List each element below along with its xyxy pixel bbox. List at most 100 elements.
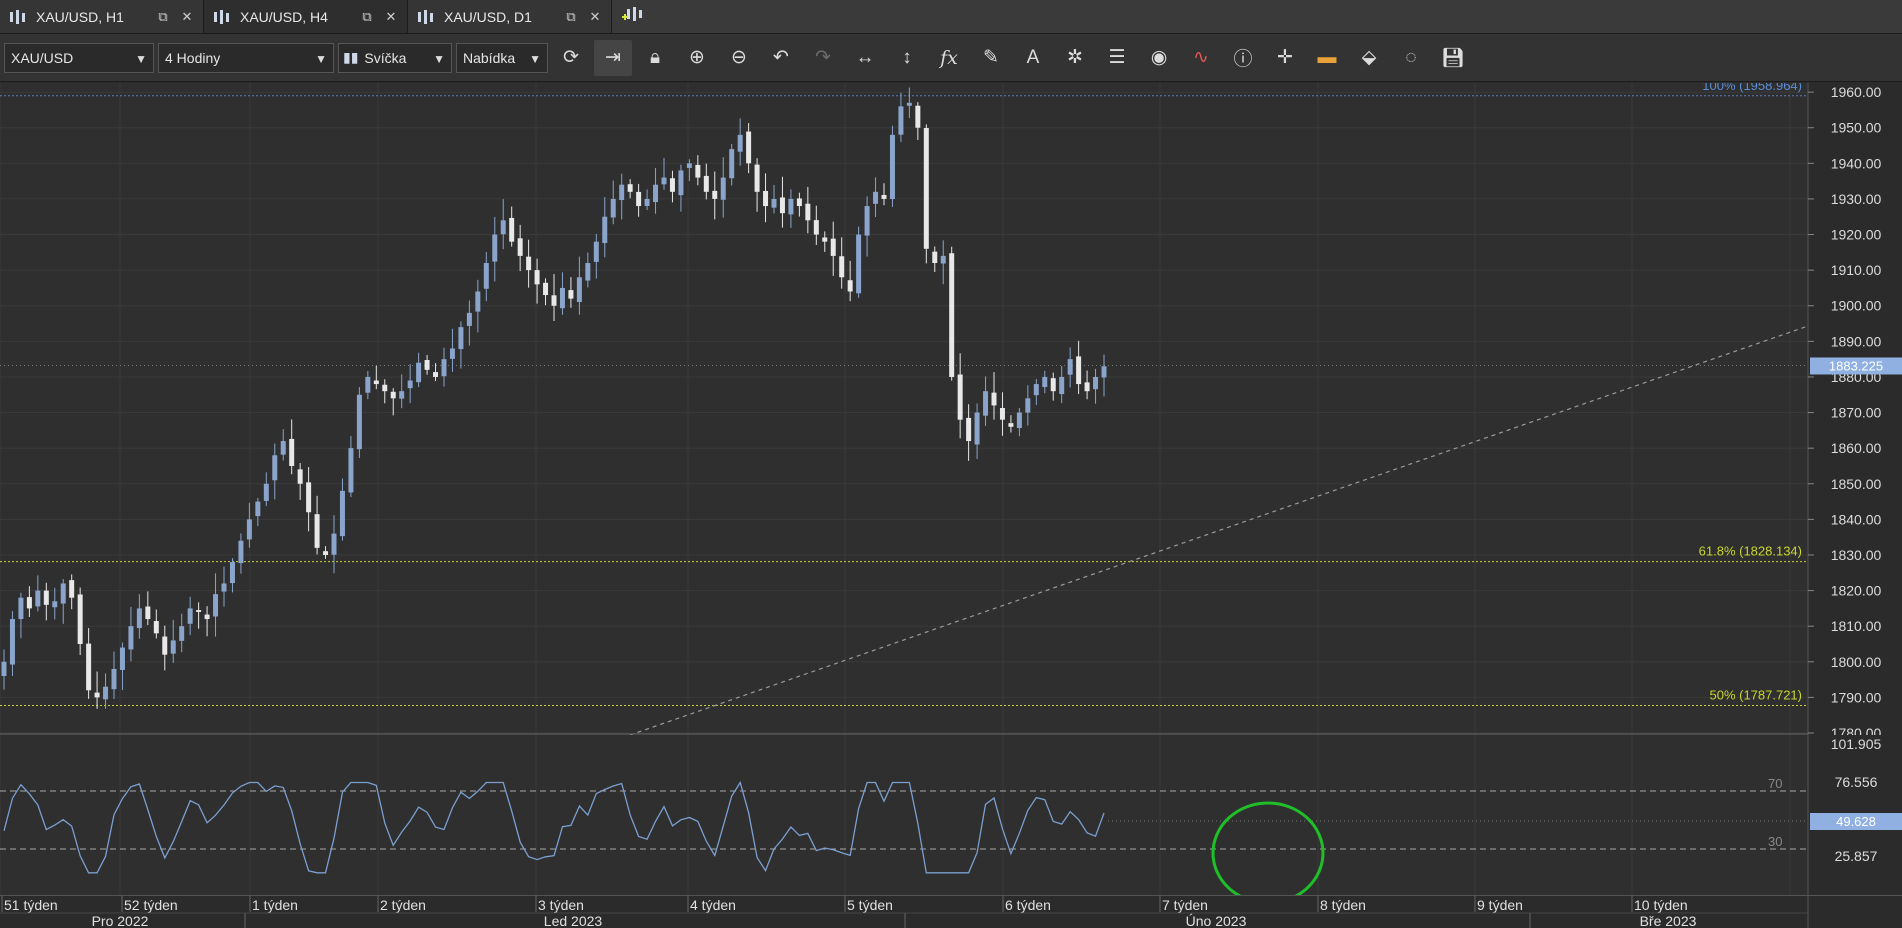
price-axis[interactable]: 1960.00 1950.00 1940.00 1930.00 1920.00 1910.… bbox=[1808, 84, 1882, 741]
lock-icon: 🔒︎ bbox=[649, 46, 661, 68]
candle-body bbox=[323, 551, 329, 555]
candle-body bbox=[306, 482, 312, 513]
rsi-axis-max: 101.905 bbox=[1831, 736, 1882, 752]
redo-button[interactable]: ↷ bbox=[804, 40, 842, 76]
chart-type-value: Svíčka bbox=[364, 49, 407, 66]
instrument-select[interactable]: XAU/USD ▼ bbox=[4, 42, 154, 73]
autoscroll-button[interactable]: ⇥ bbox=[594, 39, 632, 76]
price-chart-panel[interactable]: 100% (1958.964) 61.8% (1828.134) 50% (17… bbox=[0, 78, 1902, 741]
candle-body bbox=[839, 256, 845, 278]
candle-body bbox=[949, 253, 955, 377]
period-select[interactable]: 4 Hodiny ▼ bbox=[158, 42, 334, 73]
vertical-scale-button[interactable]: ↕ bbox=[888, 40, 926, 76]
candle-body bbox=[204, 614, 210, 620]
undo-button[interactable]: ↶ bbox=[762, 40, 800, 76]
candle-body bbox=[314, 514, 320, 548]
eye-icon: ◉ bbox=[1150, 47, 1168, 68]
signals-button[interactable]: ∿ bbox=[1182, 40, 1220, 76]
objects-button[interactable]: ✲ bbox=[1056, 40, 1094, 76]
candle-body bbox=[1033, 384, 1039, 396]
week-label: 8 týden bbox=[1320, 897, 1366, 913]
rsi-chart[interactable]: 70 30 101.905 76.556 49.628 25.857 bbox=[0, 735, 1902, 905]
price-chart[interactable]: 100% (1958.964) 61.8% (1828.134) 50% (17… bbox=[0, 78, 1902, 741]
refresh-button[interactable]: ⟳ bbox=[552, 40, 590, 76]
candle-body bbox=[999, 407, 1005, 420]
save-button[interactable]: 💾︎ bbox=[1434, 40, 1472, 76]
text-button[interactable]: A bbox=[1014, 40, 1052, 76]
tab-label: XAU/USD, H1 bbox=[36, 8, 124, 25]
week-label: 4 týden bbox=[690, 897, 736, 913]
paint-icon: ⬙ bbox=[1361, 47, 1377, 68]
candle-body bbox=[492, 234, 498, 262]
candle-body bbox=[771, 198, 777, 208]
candle-body bbox=[433, 372, 439, 377]
autoscroll-icon: ⇥ bbox=[605, 47, 621, 68]
candle-body bbox=[35, 590, 41, 607]
add-chart-button[interactable] bbox=[612, 0, 652, 33]
zoom-in-button[interactable]: ⊕ bbox=[678, 40, 716, 76]
week-label: 7 týden bbox=[1162, 897, 1208, 913]
candle-body bbox=[526, 256, 532, 271]
close-icon[interactable]: ✕ bbox=[179, 9, 195, 25]
candle-body bbox=[103, 686, 109, 700]
themes-button[interactable]: ◌ bbox=[1392, 40, 1430, 76]
candle-body bbox=[559, 287, 565, 309]
candle-body bbox=[229, 562, 235, 584]
close-icon[interactable]: ✕ bbox=[383, 9, 399, 25]
horizontal-scale-icon: ↔ bbox=[855, 46, 875, 68]
signals-icon: ∿ bbox=[1193, 47, 1209, 68]
candle-body bbox=[873, 191, 879, 204]
color-bars-button[interactable]: ▬ bbox=[1308, 40, 1346, 76]
visibility-button[interactable]: ◉ bbox=[1140, 40, 1178, 76]
draw-button[interactable]: ✎ bbox=[972, 40, 1010, 76]
tab-xauusd-h1[interactable]: XAU/USD, H1 ⧉ ✕ bbox=[0, 0, 204, 33]
zoom-out-button[interactable]: ⊖ bbox=[720, 40, 758, 76]
price-tick-label: 1790.00 bbox=[1831, 689, 1882, 705]
paint-button[interactable]: ⬙ bbox=[1350, 40, 1388, 76]
candle-body bbox=[1025, 398, 1031, 413]
candle-body bbox=[331, 533, 337, 555]
chart-type-select[interactable]: ▮▮ Svíčka ▼ bbox=[338, 42, 452, 73]
tab-xauusd-d1[interactable]: XAU/USD, D1 ⧉ ✕ bbox=[408, 0, 612, 33]
info-button[interactable]: ⓘ bbox=[1224, 40, 1262, 76]
color-bars-icon: ▬ bbox=[1317, 46, 1337, 68]
layers-button[interactable]: ☰ bbox=[1098, 40, 1136, 76]
rsi-panel[interactable]: 70 30 101.905 76.556 49.628 25.857 bbox=[0, 735, 1902, 905]
crosshair-button[interactable]: ✛ bbox=[1266, 40, 1304, 76]
candle-body bbox=[416, 362, 422, 383]
candle-body bbox=[661, 177, 667, 185]
price-side-select[interactable]: Nabídka ▼ bbox=[456, 42, 548, 73]
price-tick-label: 1800.00 bbox=[1831, 654, 1882, 670]
candle-body bbox=[390, 391, 396, 399]
chart-toolbar: XAU/USD ▼ 4 Hodiny ▼ ▮▮ Svíčka ▼ Nabídka ▼ ⟳ … bbox=[0, 34, 1902, 82]
candle-body bbox=[9, 619, 15, 665]
candle-body bbox=[407, 380, 413, 389]
candle-body bbox=[864, 206, 870, 236]
candle-body bbox=[1050, 378, 1056, 392]
time-axis[interactable]: 51 týden 52 týden 1 týden 2 týden 3 týden 4 t… bbox=[0, 895, 1902, 928]
candle-body bbox=[373, 380, 379, 385]
week-label: 1 týden bbox=[252, 897, 298, 913]
candle-body bbox=[466, 312, 472, 326]
candle-body bbox=[1059, 376, 1065, 395]
candle-body bbox=[534, 270, 540, 285]
candle-body bbox=[500, 220, 506, 235]
close-icon[interactable]: ✕ bbox=[587, 9, 603, 25]
price-tick-label: 1930.00 bbox=[1831, 191, 1882, 207]
detach-icon[interactable]: ⧉ bbox=[359, 9, 375, 25]
tab-xauusd-h4[interactable]: XAU/USD, H4 ⧉ ✕ bbox=[204, 0, 408, 33]
price-tick-label: 1780.00 bbox=[1831, 725, 1882, 735]
week-label: 3 týden bbox=[538, 897, 584, 913]
indicators-button[interactable]: fx bbox=[930, 40, 968, 76]
detach-icon[interactable]: ⧉ bbox=[155, 9, 171, 25]
candle-body bbox=[712, 190, 718, 199]
detach-icon[interactable]: ⧉ bbox=[563, 9, 579, 25]
lock-button[interactable]: 🔒︎ bbox=[636, 40, 674, 76]
chevron-down-icon: ▼ bbox=[315, 51, 327, 66]
candles-icon bbox=[212, 9, 232, 25]
candle-body bbox=[348, 448, 354, 493]
horizontal-scale-button[interactable]: ↔ bbox=[846, 40, 884, 76]
candle-body bbox=[339, 490, 345, 537]
refresh-icon: ⟳ bbox=[563, 47, 579, 68]
instrument-value: XAU/USD bbox=[11, 49, 74, 66]
